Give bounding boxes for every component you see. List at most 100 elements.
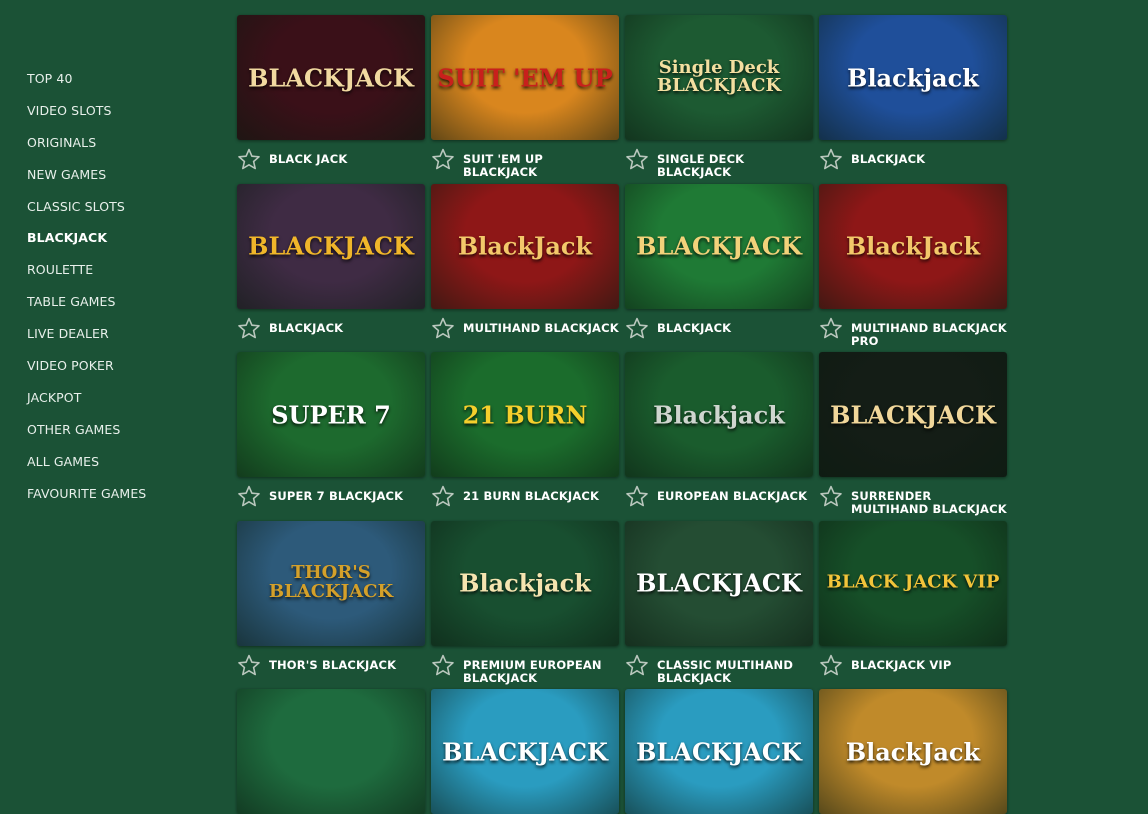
game-thumbnail-title: BLACKJACK: [248, 62, 414, 92]
game-title[interactable]: MULTIHAND BLACKJACK PRO: [851, 321, 1007, 348]
game-thumbnail-title: Blackjack: [459, 568, 591, 598]
game-card: Single Deck BLACKJACK SINGLE DECK BLACKJA…: [625, 15, 813, 183]
game-card: BLACK JACK VIP BLACKJACK VIP: [819, 520, 1007, 689]
game-thumbnail[interactable]: 21 BURN: [431, 352, 619, 477]
sidebar-item-all-games[interactable]: ALL GAMES: [27, 453, 207, 485]
game-card: BLACKJACK BLACKJACK: [237, 183, 425, 352]
sidebar-item-favourite-games[interactable]: FAVOURITE GAMES: [27, 485, 207, 517]
game-card: [237, 689, 425, 814]
game-caption: BLACK JACK: [237, 148, 425, 183]
game-card: BlackJack MULTIHAND BLACKJACK PRO: [819, 183, 1007, 352]
game-card: BlackJack: [819, 689, 1007, 814]
game-thumbnail[interactable]: Single Deck BLACKJACK: [625, 15, 813, 140]
game-title[interactable]: BLACKJACK: [269, 321, 425, 335]
favourite-star-icon[interactable]: [625, 654, 649, 676]
game-caption: MULTIHAND BLACKJACK PRO: [819, 317, 1007, 352]
favourite-star-icon[interactable]: [431, 654, 455, 676]
favourite-star-icon[interactable]: [237, 317, 261, 339]
game-thumbnail-title: Blackjack: [847, 62, 979, 92]
game-thumbnail-title: SUPER 7: [271, 399, 391, 429]
game-title[interactable]: CLASSIC MULTIHAND BLACKJACK: [657, 658, 813, 685]
sidebar-item-table-games[interactable]: TABLE GAMES: [27, 293, 207, 325]
game-thumbnail[interactable]: BLACKJACK: [819, 352, 1007, 477]
game-thumbnail-title: BLACK JACK VIP: [826, 571, 1000, 593]
game-title[interactable]: BLACK JACK: [269, 153, 425, 166]
favourite-star-icon[interactable]: [237, 148, 261, 170]
sidebar-item-video-slots[interactable]: VIDEO SLOTS: [27, 102, 207, 134]
sidebar-item-blackjack[interactable]: BLACKJACK: [27, 229, 207, 261]
game-title[interactable]: PREMIUM EUROPEAN BLACKJACK: [463, 658, 619, 685]
game-thumbnail[interactable]: SUIT 'EM UP: [431, 15, 619, 140]
sidebar-item-top-40[interactable]: TOP 40: [27, 70, 207, 102]
game-caption: 21 BURN BLACKJACK: [431, 485, 619, 520]
game-title[interactable]: MULTIHAND BLACKJACK: [463, 321, 619, 335]
sidebar-item-originals[interactable]: ORIGINALS: [27, 134, 207, 166]
favourite-star-icon[interactable]: [237, 654, 261, 676]
game-title[interactable]: SUIT 'EM UP BLACKJACK: [463, 153, 619, 179]
sidebar-item-new-games[interactable]: NEW GAMES: [27, 166, 207, 198]
game-thumbnail[interactable]: BLACKJACK: [431, 689, 619, 814]
game-card: Blackjack PREMIUM EUROPEAN BLACKJACK: [431, 520, 619, 689]
game-title[interactable]: BLACKJACK: [851, 153, 1007, 166]
game-thumbnail-title: Blackjack: [653, 399, 785, 429]
game-card: SUPER 7 SUPER 7 BLACKJACK: [237, 352, 425, 520]
favourite-star-icon[interactable]: [625, 148, 649, 170]
sidebar-item-classic-slots[interactable]: CLASSIC SLOTS: [27, 198, 207, 230]
game-title[interactable]: BLACKJACK VIP: [851, 658, 1007, 672]
game-title[interactable]: SURRENDER MULTIHAND BLACKJACK: [851, 490, 1007, 516]
game-title[interactable]: SUPER 7 BLACKJACK: [269, 490, 425, 503]
game-thumbnail[interactable]: [237, 689, 425, 814]
game-thumbnail[interactable]: BlackJack: [819, 183, 1007, 309]
game-thumbnail-title: BLACKJACK: [830, 399, 996, 429]
game-title[interactable]: THOR'S BLACKJACK: [269, 658, 425, 672]
favourite-star-icon[interactable]: [431, 485, 455, 507]
game-caption: PREMIUM EUROPEAN BLACKJACK: [431, 654, 619, 689]
game-caption: CLASSIC MULTIHAND BLACKJACK: [625, 654, 813, 689]
sidebar-item-jackpot[interactable]: JACKPOT: [27, 389, 207, 421]
game-card: THOR'S BLACKJACK THOR'S BLACKJACK: [237, 520, 425, 689]
sidebar-item-other-games[interactable]: OTHER GAMES: [27, 421, 207, 453]
game-card: Blackjack BLACKJACK: [819, 15, 1007, 183]
game-thumbnail-title: BlackJack: [457, 231, 593, 261]
favourite-star-icon[interactable]: [625, 317, 649, 339]
game-thumbnail[interactable]: THOR'S BLACKJACK: [237, 520, 425, 646]
favourite-star-icon[interactable]: [819, 148, 843, 170]
game-title[interactable]: SINGLE DECK BLACKJACK: [657, 153, 813, 179]
sidebar-item-roulette[interactable]: ROULETTE: [27, 261, 207, 293]
game-thumbnail[interactable]: BlackJack: [819, 689, 1007, 814]
game-thumbnail[interactable]: SUPER 7: [237, 352, 425, 477]
favourite-star-icon[interactable]: [431, 148, 455, 170]
favourite-star-icon[interactable]: [237, 485, 261, 507]
game-thumbnail-title: 21 BURN: [462, 399, 588, 429]
favourite-star-icon[interactable]: [819, 654, 843, 676]
game-thumbnail[interactable]: BlackJack: [431, 183, 619, 309]
game-title[interactable]: 21 BURN BLACKJACK: [463, 490, 619, 503]
game-thumbnail-title: BLACKJACK: [636, 736, 802, 766]
favourite-star-icon[interactable]: [431, 317, 455, 339]
favourite-star-icon[interactable]: [819, 317, 843, 339]
game-thumbnail-title: BlackJack: [845, 231, 981, 261]
game-caption: BLACKJACK: [237, 317, 425, 352]
game-thumbnail[interactable]: BLACKJACK: [625, 689, 813, 814]
game-thumbnail[interactable]: BLACKJACK: [625, 183, 813, 309]
game-caption: THOR'S BLACKJACK: [237, 654, 425, 689]
game-card: SUIT 'EM UP SUIT 'EM UP BLACKJACK: [431, 15, 619, 183]
favourite-star-icon[interactable]: [625, 485, 649, 507]
game-thumbnail[interactable]: BLACKJACK: [237, 15, 425, 140]
game-thumbnail-title: THOR'S BLACKJACK: [268, 562, 394, 602]
game-thumbnail[interactable]: BLACKJACK: [625, 520, 813, 646]
favourite-star-icon[interactable]: [819, 485, 843, 507]
game-thumbnail[interactable]: BLACKJACK: [237, 183, 425, 309]
game-title[interactable]: EUROPEAN BLACKJACK: [657, 490, 813, 503]
game-thumbnail[interactable]: Blackjack: [819, 15, 1007, 140]
game-thumbnail[interactable]: Blackjack: [625, 352, 813, 477]
game-title[interactable]: BLACKJACK: [657, 321, 813, 335]
game-thumbnail[interactable]: BLACK JACK VIP: [819, 520, 1007, 646]
sidebar-item-video-poker[interactable]: VIDEO POKER: [27, 357, 207, 389]
game-thumbnail[interactable]: Blackjack: [431, 520, 619, 646]
game-thumbnail-title: BlackJack: [845, 736, 981, 766]
game-thumbnail-title: BLACKJACK: [248, 231, 414, 261]
game-thumbnail-title: BLACKJACK: [442, 736, 608, 766]
game-card: BLACKJACK: [625, 689, 813, 814]
sidebar-item-live-dealer[interactable]: LIVE DEALER: [27, 325, 207, 357]
